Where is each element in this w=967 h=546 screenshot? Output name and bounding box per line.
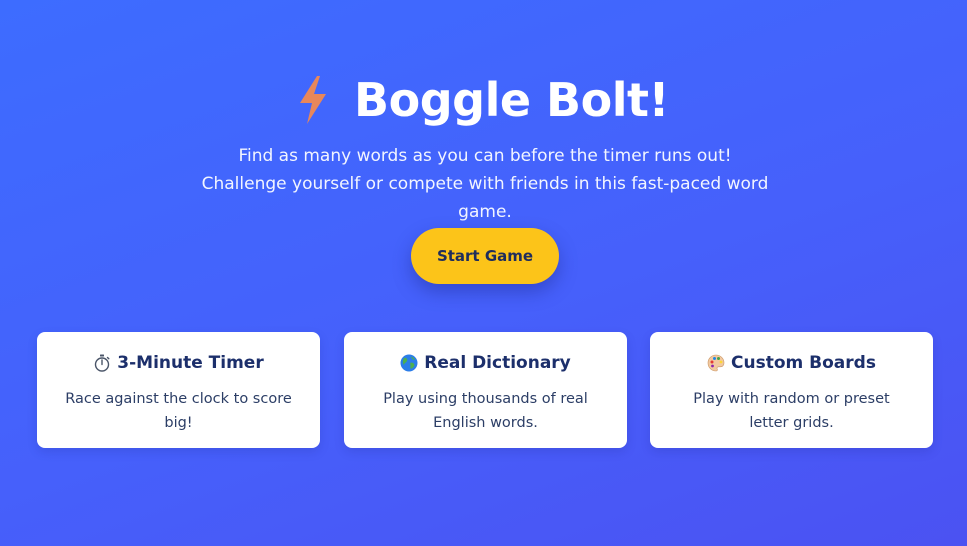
feature-description: Race against the clock to score big!	[65, 391, 292, 431]
feature-card-title: Real Dictionary	[344, 352, 627, 374]
stopwatch-icon	[95, 354, 110, 372]
feature-card-title: Custom Boards	[650, 352, 933, 374]
feature-card-custom-boards: Custom Boards Play with random or preset…	[650, 332, 933, 448]
start-game-button[interactable]: Start Game	[411, 228, 559, 284]
feature-card-timer: 3-Minute Timer Race against the clock to…	[37, 332, 320, 448]
feature-description: Play with random or preset letter grids.	[693, 391, 890, 431]
feature-card-title: 3-Minute Timer	[37, 352, 320, 374]
page-subtitle: Find as many words as you can before the…	[201, 146, 769, 222]
title-row: Boggle Bolt!	[0, 70, 967, 130]
feature-title-text: 3-Minute Timer	[117, 353, 264, 373]
lightning-bolt-icon	[300, 76, 327, 124]
feature-title-text: Real Dictionary	[424, 353, 571, 373]
palette-icon	[707, 354, 725, 372]
feature-title-text: Custom Boards	[731, 353, 876, 373]
feature-card-dictionary: Real Dictionary Play using thousands of …	[344, 332, 627, 448]
feature-description: Play using thousands of real English wor…	[383, 391, 588, 431]
globe-icon	[400, 354, 418, 372]
page-title: Boggle Bolt!	[354, 73, 669, 127]
